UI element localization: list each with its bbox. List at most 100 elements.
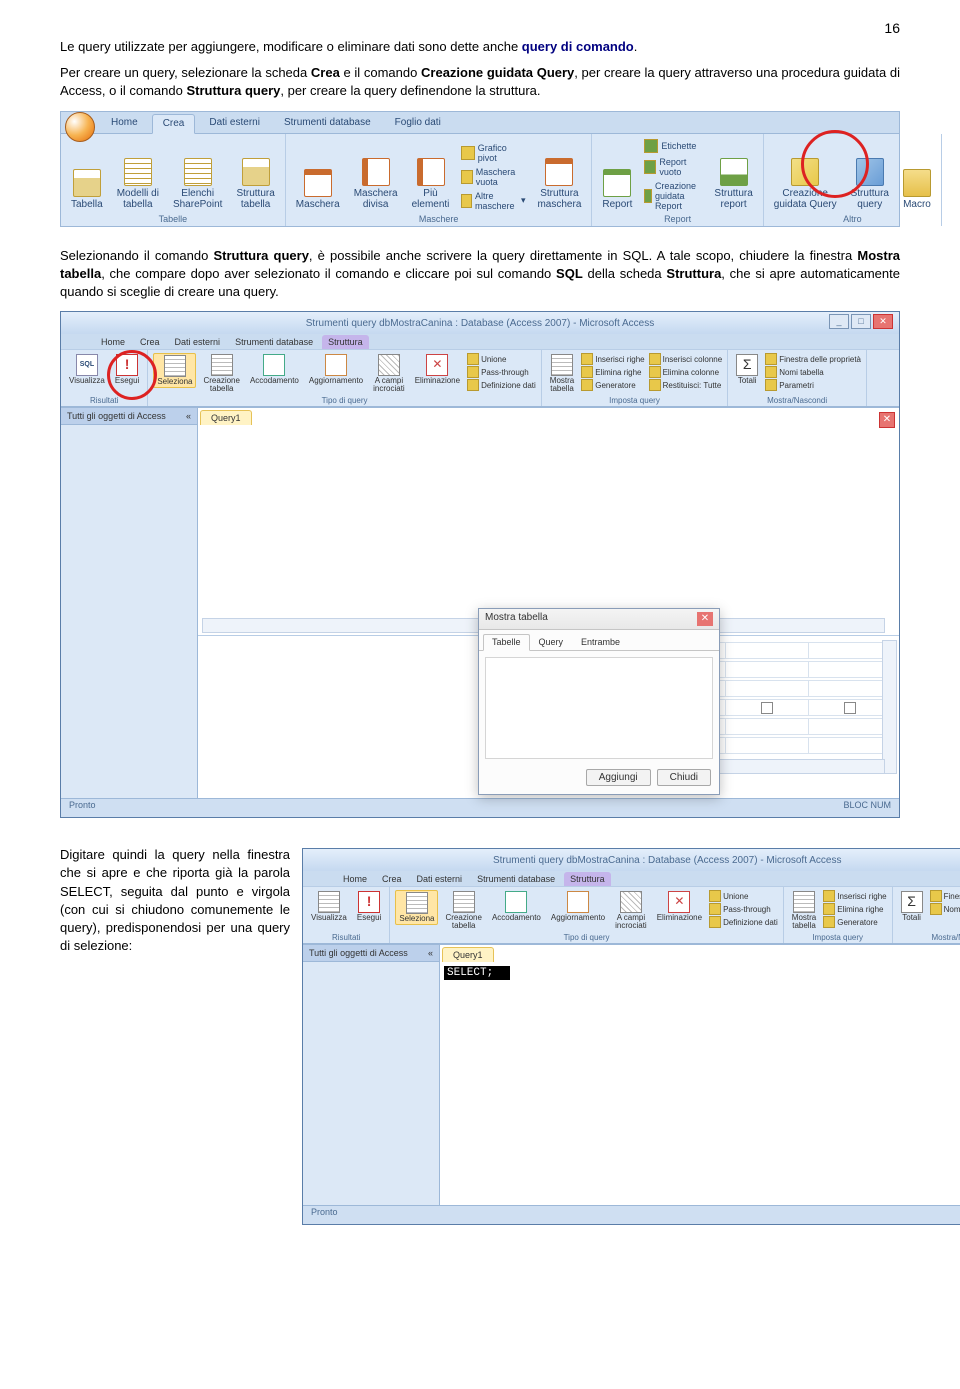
dlg-tab-tabelle[interactable]: Tabelle: [483, 634, 530, 651]
tab-crea[interactable]: Crea: [376, 872, 408, 886]
btn-nomi-tabella[interactable]: Nomi tabella: [930, 903, 960, 915]
window-close-button[interactable]: ✕: [873, 314, 893, 329]
btn-etichette[interactable]: Etichette: [642, 138, 704, 154]
btn-seleziona[interactable]: Seleziona: [395, 890, 438, 925]
btn-struttura-tabella[interactable]: Struttura tabella: [232, 156, 278, 212]
tab-struttura[interactable]: Struttura: [564, 872, 611, 886]
show-checkbox[interactable]: [844, 702, 856, 714]
btn-unione[interactable]: Unione: [709, 890, 778, 902]
btn-generatore[interactable]: Generatore: [823, 916, 886, 928]
btn-esegui[interactable]: Esegui: [112, 353, 142, 386]
dlg-tab-entrambe[interactable]: Entrambe: [572, 634, 629, 650]
dlg-chiudi-button[interactable]: Chiudi: [657, 769, 711, 786]
btn-totali[interactable]: Totali: [898, 890, 926, 923]
paragraph-1: Le query utilizzate per aggiungere, modi…: [60, 38, 900, 56]
btn-campi-incrociati[interactable]: A campi incrociati: [612, 890, 650, 931]
btn-elimina-colonne[interactable]: Elimina colonne: [649, 366, 723, 378]
btn-inserisci-righe[interactable]: Inserisci righe: [823, 890, 886, 902]
btn-creazione-guidata-query[interactable]: Creazione guidata Query: [770, 156, 841, 212]
dlg-aggiungi-button[interactable]: Aggiungi: [586, 769, 651, 786]
scrollbar-v[interactable]: [882, 640, 897, 774]
dialog-close-button[interactable]: ✕: [697, 612, 713, 626]
tab-strumenti-db[interactable]: Strumenti database: [229, 335, 319, 349]
tab-dati-esterni[interactable]: Dati esterni: [199, 114, 270, 133]
btn-struttura-maschera[interactable]: Struttura maschera: [533, 156, 585, 212]
btn-report-vuoto[interactable]: Report vuoto: [642, 156, 704, 178]
tab-home[interactable]: Home: [337, 872, 373, 886]
tab-dati-esterni[interactable]: Dati esterni: [169, 335, 227, 349]
btn-unione[interactable]: Unione: [467, 353, 536, 365]
btn-creazione-tabella[interactable]: Creazione tabella: [200, 353, 242, 394]
btn-tabella[interactable]: Tabella: [67, 167, 107, 212]
btn-seleziona[interactable]: Seleziona: [153, 353, 196, 388]
btn-maschera-divisa[interactable]: Maschera divisa: [350, 156, 402, 212]
document-tab-query1[interactable]: Query1: [442, 947, 494, 962]
tab-crea[interactable]: Crea: [134, 335, 166, 349]
window-max-button[interactable]: □: [851, 314, 871, 329]
tab-home[interactable]: Home: [101, 114, 148, 133]
tab-foglio-dati[interactable]: Foglio dati: [385, 114, 451, 133]
btn-generatore[interactable]: Generatore: [581, 379, 644, 391]
btn-elimina-righe[interactable]: Elimina righe: [823, 903, 886, 915]
btn-macro[interactable]: Macro: [899, 167, 935, 212]
btn-mostra-tabella[interactable]: Mostra tabella: [547, 353, 577, 394]
btn-definizione-dati[interactable]: Definizione dati: [709, 916, 778, 928]
btn-visualizza[interactable]: Visualizza: [308, 890, 350, 923]
btn-maschera[interactable]: Maschera: [292, 167, 344, 212]
btn-grafico-pivot[interactable]: Grafico pivot: [459, 142, 527, 164]
btn-aggiornamento[interactable]: Aggiornamento: [306, 353, 366, 386]
btn-mostra-tabella[interactable]: Mostra tabella: [789, 890, 819, 931]
btn-modelli-tabella[interactable]: Modelli di tabella: [113, 156, 163, 212]
tab-strumenti-db[interactable]: Strumenti database: [471, 872, 561, 886]
dlg-tab-query[interactable]: Query: [530, 634, 573, 650]
btn-esegui[interactable]: Esegui: [354, 890, 384, 923]
btn-creazione-tabella[interactable]: Creazione tabella: [442, 890, 484, 931]
btn-inserisci-colonne[interactable]: Inserisci colonne: [649, 353, 723, 365]
document-tab-query1[interactable]: Query1: [200, 410, 252, 425]
window-min-button[interactable]: _: [829, 314, 849, 329]
btn-altre-maschere[interactable]: Altre maschere ▾: [459, 190, 527, 212]
show-checkbox[interactable]: [761, 702, 773, 714]
dialog-titlebar[interactable]: Mostra tabella ✕: [479, 609, 719, 630]
btn-inserisci-righe[interactable]: Inserisci righe: [581, 353, 644, 365]
btn-accodamento[interactable]: Accodamento: [247, 353, 302, 386]
btn-eliminazione[interactable]: Eliminazione: [654, 890, 705, 923]
btn-report[interactable]: Report: [598, 167, 636, 212]
tab-struttura[interactable]: Struttura: [322, 335, 369, 349]
dlg-listbox[interactable]: [485, 657, 713, 759]
navigation-pane[interactable]: Tutti gli oggetti di Access«: [303, 945, 440, 1205]
btn-visualizza-sql[interactable]: SQLVisualizza: [66, 353, 108, 386]
btn-piu-elementi[interactable]: Più elementi: [408, 156, 454, 212]
btn-nomi-tabella[interactable]: Nomi tabella: [765, 366, 861, 378]
btn-restituisci[interactable]: Restituisci: Tutte: [649, 379, 723, 391]
btn-aggiornamento[interactable]: Aggiornamento: [548, 890, 608, 923]
access-window-struttura: Strumenti query dbMostraCanina : Databas…: [60, 311, 900, 818]
tab-strumenti-db[interactable]: Strumenti database: [274, 114, 381, 133]
btn-campi-incrociati[interactable]: A campi incrociati: [370, 353, 408, 394]
passthrough-icon: [467, 366, 479, 378]
btn-passthrough[interactable]: Pass-through: [467, 366, 536, 378]
btn-maschera-vuota[interactable]: Maschera vuota: [459, 166, 527, 188]
btn-totali[interactable]: Totali: [733, 353, 761, 386]
btn-parametri[interactable]: Parametri: [765, 379, 861, 391]
btn-accodamento[interactable]: Accodamento: [489, 890, 544, 923]
btn-crea-guidata-report[interactable]: Creazione guidata Report: [642, 180, 704, 212]
form-icon: [304, 169, 332, 197]
btn-finestra-proprieta[interactable]: Finestra delle proprietà: [765, 353, 861, 365]
btn-eliminazione[interactable]: Eliminazione: [412, 353, 463, 386]
access-ribbon-crea: Home Crea Dati esterni Strumenti databas…: [60, 111, 900, 227]
btn-elenchi-sharepoint[interactable]: Elenchi SharePoint: [169, 156, 226, 212]
navigation-pane[interactable]: Tutti gli oggetti di Access«: [61, 408, 198, 798]
tab-crea[interactable]: Crea: [152, 114, 196, 134]
btn-elimina-righe[interactable]: Elimina righe: [581, 366, 644, 378]
btn-struttura-query[interactable]: Struttura query: [847, 156, 893, 212]
btn-finestra-proprieta[interactable]: Finestra delle proprietà: [930, 890, 960, 902]
sharepoint-icon: [184, 158, 212, 186]
tab-home[interactable]: Home: [95, 335, 131, 349]
sql-view-area[interactable]: Query1 ✕ SELECT;: [440, 945, 960, 1205]
btn-struttura-report[interactable]: Struttura report: [710, 156, 756, 212]
btn-definizione-dati[interactable]: Definizione dati: [467, 379, 536, 391]
office-button[interactable]: [65, 112, 95, 142]
tab-dati-esterni[interactable]: Dati esterni: [411, 872, 469, 886]
btn-passthrough[interactable]: Pass-through: [709, 903, 778, 915]
